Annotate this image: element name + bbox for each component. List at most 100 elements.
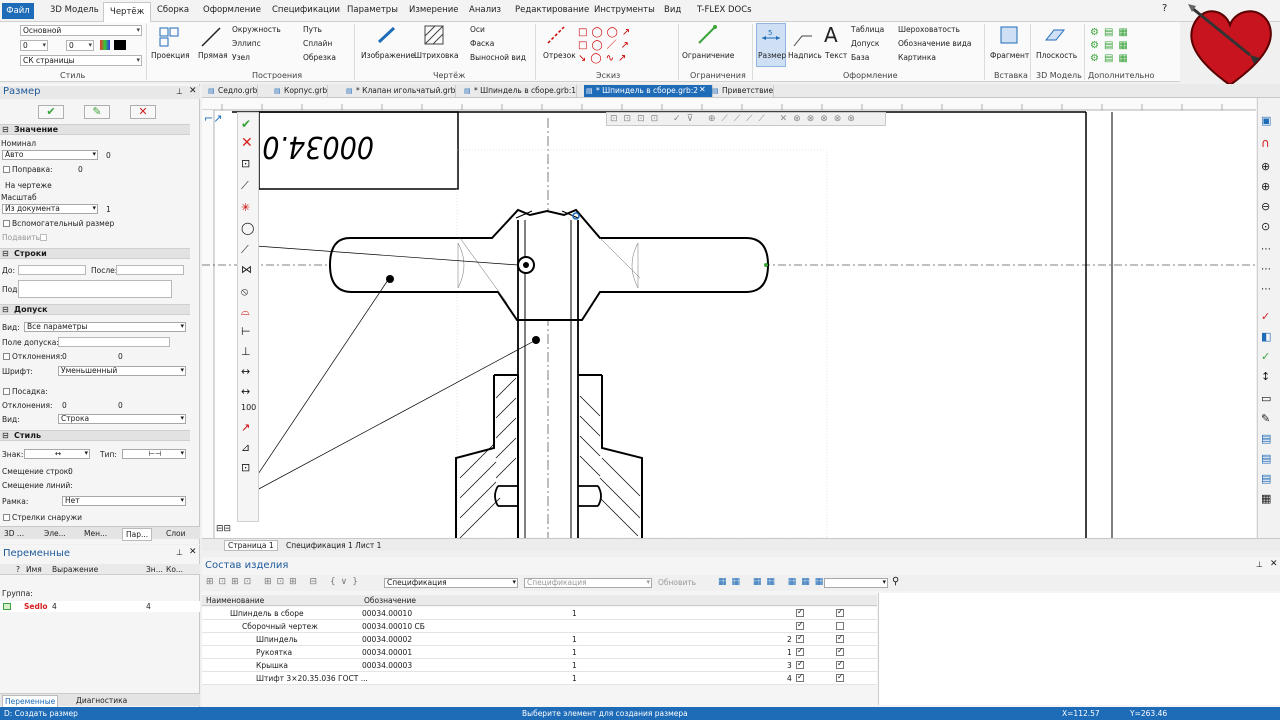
menu-3d-model[interactable]: 3D Модель xyxy=(50,5,99,15)
ok-button[interactable]: ✔ xyxy=(38,105,64,119)
cube-icon[interactable]: ◧ xyxy=(1261,330,1277,344)
bom-row-checkbox-2[interactable] xyxy=(836,622,844,630)
bom-row-checkbox-2[interactable] xyxy=(836,646,844,656)
edit-icon[interactable]: ✎ xyxy=(1261,412,1277,426)
menu-analysis[interactable]: Анализ xyxy=(469,5,501,15)
variable-expression[interactable]: 4 xyxy=(52,602,57,611)
doc-tab-valve[interactable]: * Клапан игольчатый.grb xyxy=(344,85,457,97)
bom-row[interactable]: Штифт 3×20.35.036 ГОСТ ... 1 4 xyxy=(202,672,877,685)
picture-label[interactable]: Картинка xyxy=(898,53,936,62)
font-select[interactable]: Уменьшенный xyxy=(58,366,186,376)
constraint-label[interactable]: Ограничение xyxy=(682,51,734,60)
frame-select[interactable]: Нет xyxy=(62,496,186,506)
zoom-in-icon[interactable]: ⊕ xyxy=(1261,180,1277,194)
bom-row-checkbox[interactable] xyxy=(796,633,804,643)
bom-tools-icon[interactable]: ⊞⊡⊞⊡ ⊞⊡⊞ ⊟ {∨} xyxy=(206,577,363,587)
select-tool-icon[interactable]: ⌐↗ xyxy=(204,112,234,134)
circle-label[interactable]: Окружность xyxy=(232,25,281,34)
zoom-out-icon[interactable]: ⊖ xyxy=(1261,200,1277,214)
magnet-icon[interactable]: ∩ xyxy=(1261,136,1277,150)
bom-row-checkbox[interactable] xyxy=(796,607,804,617)
menu-tflex-docs[interactable]: T-FLEX DOCs xyxy=(697,5,752,15)
image-icon[interactable] xyxy=(376,24,398,46)
plane-icon[interactable] xyxy=(1044,24,1066,46)
cancel-button[interactable]: ✕ xyxy=(130,105,156,119)
image-label[interactable]: Изображение xyxy=(361,51,415,60)
menu-edit[interactable]: Редактирование xyxy=(515,5,589,15)
fit-checkbox[interactable] xyxy=(3,388,10,395)
section-style[interactable]: Стиль xyxy=(0,430,190,441)
section-value[interactable]: Значение xyxy=(0,124,190,135)
chamfer-label[interactable]: Фаска xyxy=(470,39,494,48)
menu-tools[interactable]: Инструменты xyxy=(594,5,655,15)
menu-decoration[interactable]: Оформление xyxy=(203,5,261,15)
doc-tab-korpus[interactable]: Корпус.grb xyxy=(272,85,329,97)
bom-row-checkbox-2[interactable] xyxy=(836,672,844,682)
segment-label[interactable]: Отрезок xyxy=(543,51,576,60)
tab-3d[interactable]: 3D ... xyxy=(4,529,24,538)
deviation2-value[interactable]: 0 xyxy=(118,352,123,361)
bom-row-name[interactable]: Рукоятка xyxy=(256,648,292,657)
bom-row-pos[interactable]: 4 xyxy=(787,674,792,683)
bom-tools2-icon[interactable]: ▦▦ ▦▦ ▦▦▦ xyxy=(718,577,828,587)
view2-select[interactable]: Строка xyxy=(58,414,186,424)
ordinate-dim-icon[interactable]: ↔ xyxy=(241,365,257,381)
table-icon[interactable]: ▦ xyxy=(1261,492,1277,506)
tab-spec-sheet[interactable]: Спецификация 1 Лист 1 xyxy=(286,541,381,550)
view-select[interactable]: Все параметры xyxy=(24,322,186,332)
doc-tab-spindle-1[interactable]: * Шпиндель в сборе.grb:1 xyxy=(462,85,578,97)
bom-row-name[interactable]: Шпиндель xyxy=(256,635,298,644)
view-toggle-icon[interactable]: ⊟⊟ xyxy=(216,524,244,536)
hatch-label[interactable]: Штриховка xyxy=(414,51,459,60)
pin-icon[interactable]: ⊥ xyxy=(1256,560,1263,569)
leader-dim-icon[interactable]: ↗ xyxy=(241,421,257,437)
dimension-label[interactable]: Размер xyxy=(758,51,786,60)
doc3-icon[interactable]: ▤ xyxy=(1261,472,1277,486)
cancel-icon[interactable]: ✕ xyxy=(241,135,257,151)
tolerance-label[interactable]: Допуск xyxy=(851,39,879,48)
arrows-icon[interactable]: ↕ xyxy=(1261,370,1277,384)
horizontal-dim-icon[interactable]: ↔ xyxy=(241,385,257,401)
bom-row-checkbox[interactable] xyxy=(796,620,804,630)
section-tolerance[interactable]: Допуск xyxy=(0,304,190,315)
bom-row-designation[interactable]: 00034.00003 xyxy=(362,661,412,670)
chamfer-dim-icon[interactable]: ⊿ xyxy=(241,441,257,457)
tab-page1[interactable]: Страница 1 xyxy=(224,540,278,551)
projection-label[interactable]: Проекция xyxy=(151,51,190,60)
doc-tab-welcome[interactable]: Приветствие xyxy=(710,85,775,97)
bom-row-designation[interactable]: 00034.00010 xyxy=(362,609,412,618)
tab-parameters[interactable]: Пар... xyxy=(122,528,153,541)
bom-row-name[interactable]: Сборочный чертеж xyxy=(242,622,318,631)
bom-row-qty[interactable]: 1 xyxy=(572,674,577,683)
num1-field[interactable]: 0 xyxy=(20,40,48,51)
menu-specifications[interactable]: Спецификации xyxy=(272,5,340,15)
tab-elements[interactable]: Эле... xyxy=(44,529,66,538)
drawing-svg[interactable] xyxy=(202,98,1256,539)
spline-label[interactable]: Сплайн xyxy=(303,39,332,48)
spec-combo-2[interactable]: Спецификация xyxy=(524,578,652,588)
diameter-dim-icon[interactable]: ⦸ xyxy=(241,285,257,301)
text-icon[interactable]: A xyxy=(824,23,838,47)
plane-label[interactable]: Плоскость xyxy=(1036,51,1077,60)
value-dim-icon[interactable]: 100 xyxy=(241,403,257,419)
tab-layers[interactable]: Слои xyxy=(166,529,186,538)
bom-row[interactable]: Сборочный чертеж 00034.00010 СБ xyxy=(202,620,877,633)
bom-row-designation[interactable]: 00034.00010 СБ xyxy=(362,622,425,631)
fragment-icon[interactable] xyxy=(998,24,1020,46)
bom-row-checkbox[interactable] xyxy=(796,659,804,669)
menu-drawing[interactable]: Чертёж xyxy=(103,2,152,22)
search-icon[interactable]: ⚲ xyxy=(892,576,899,587)
tab-diagnostics[interactable]: Диагностика xyxy=(76,696,127,705)
grid-icon[interactable]: ⋯ xyxy=(1261,244,1277,258)
bom-row-qty[interactable]: 1 xyxy=(572,609,577,618)
table-label[interactable]: Таблица xyxy=(851,25,884,34)
close-tab-icon[interactable]: ✕ xyxy=(699,85,706,94)
suppress-checkbox[interactable] xyxy=(40,234,47,241)
num2-field[interactable]: 0 xyxy=(66,40,94,51)
menu-assembly[interactable]: Сборка xyxy=(157,5,189,15)
line-icon[interactable] xyxy=(200,26,222,48)
scale-mode-select[interactable]: Из документа xyxy=(2,204,98,214)
bom-row[interactable]: Рукоятка 00034.00001 1 1 xyxy=(202,646,877,659)
sketch-tools-icon[interactable]: □◯◯↗ □◯／↗ ↘◯∿↗ xyxy=(578,26,668,66)
roughness-label[interactable]: Шероховатость xyxy=(898,25,960,34)
